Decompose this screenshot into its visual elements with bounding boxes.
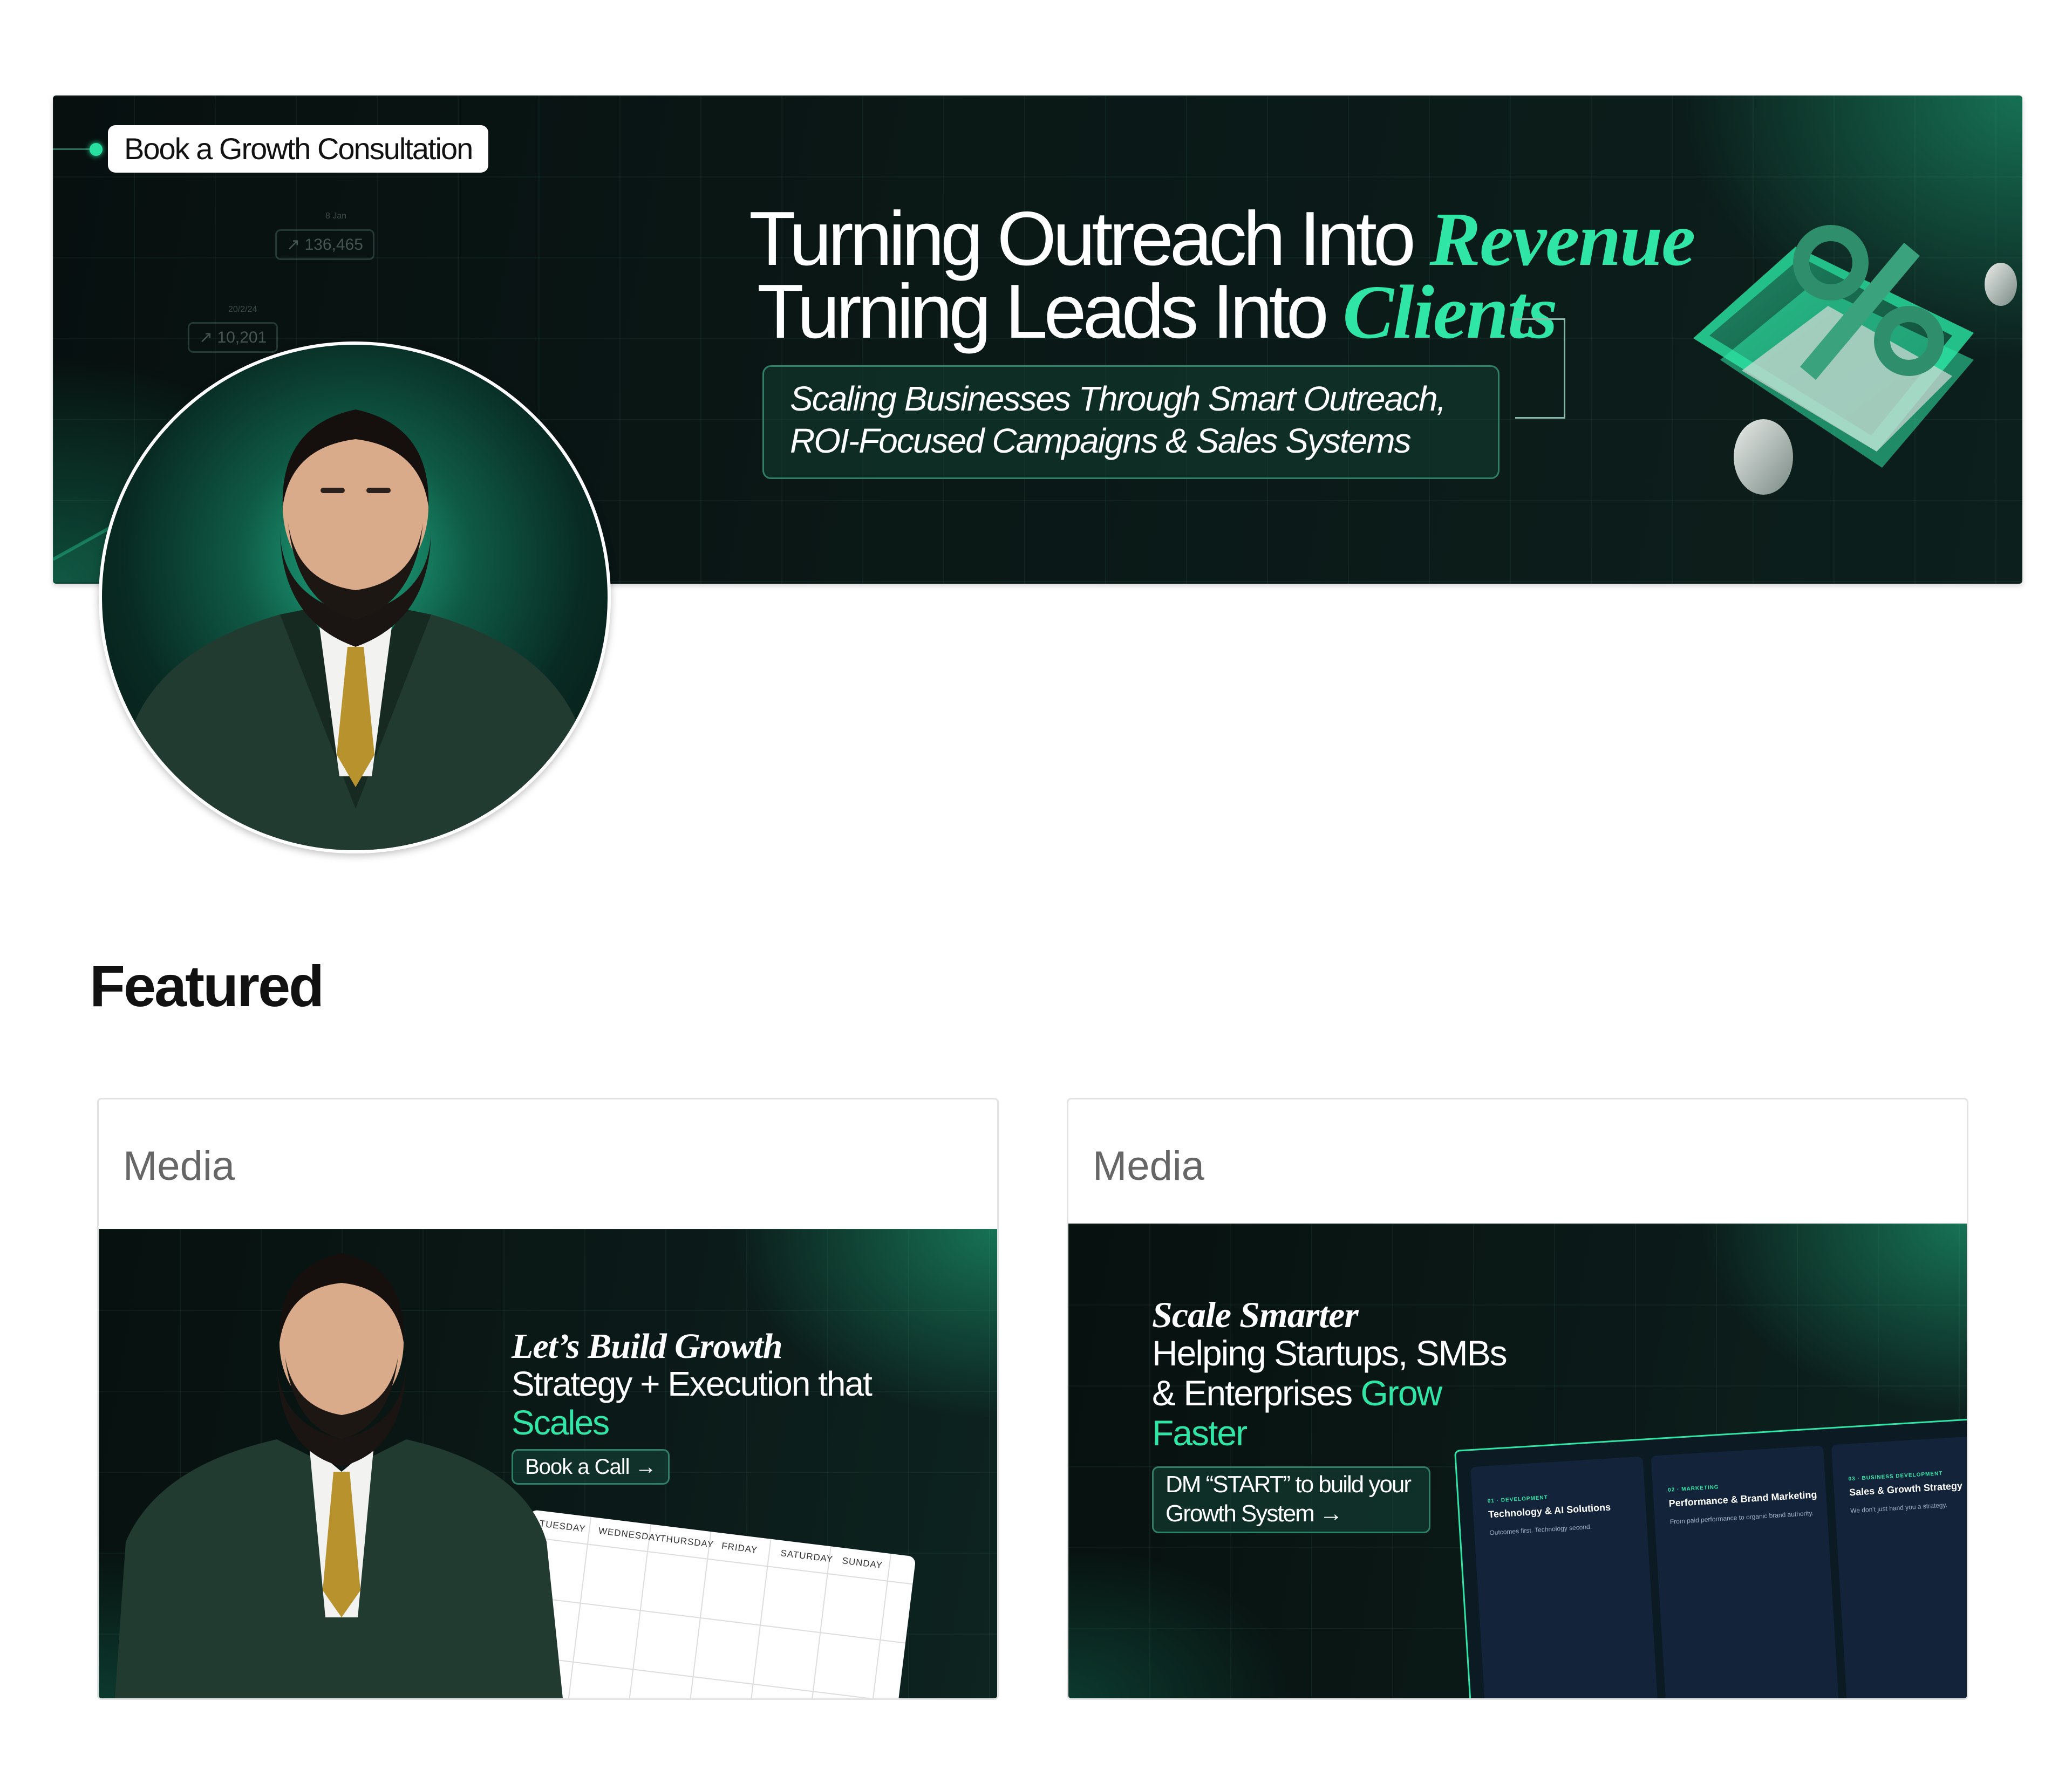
book-call-label: Book a Call [525,1455,630,1479]
consult-connector [53,148,93,150]
media-accent: Grow [1360,1373,1443,1413]
dm-label-2-text: Growth System [1166,1500,1315,1527]
person-photo [124,409,588,850]
media-line-2: Helping Startups, SMBs [1152,1333,1508,1373]
bracket-decoration [1515,318,1565,419]
service-column: 01 · DEVELOPMENT Technology & AI Solutio… [1470,1456,1660,1698]
service-column: 02 · MARKETING Performance & Brand Marke… [1651,1445,1841,1698]
media-accent-2: Faster [1152,1413,1248,1453]
consult-dot-icon [90,143,103,156]
media-label: Media [123,1143,235,1189]
service-column: 03 · BUSINESS DEVELOPMENT Sales & Growth… [1831,1434,1967,1698]
media-title: Scale Smarter [1152,1294,1359,1335]
headline-line-1: Turning Outreach Into Revenue [749,201,1695,278]
service-title: Technology & AI Solutions [1488,1501,1611,1520]
service-tag: 01 · DEVELOPMENT [1487,1494,1549,1505]
media-line-3: & Enterprises Grow [1152,1372,1443,1413]
service-tag: 03 · BUSINESS DEVELOPMENT [1848,1470,1943,1483]
media-thumbnail-2[interactable]: Scale Smarter Helping Startups, SMBs & E… [1068,1224,1967,1698]
media-label: Media [1093,1143,1204,1189]
dm-label-1: DM “START” to build your [1166,1471,1412,1498]
headline-line-2: Turning Leads Into Clients [757,274,1558,351]
consultation-badge[interactable]: Book a Growth Consultation [108,125,489,173]
dm-label-2: Growth System → [1166,1500,1343,1527]
service-title: Sales & Growth Strategy [1849,1480,1963,1498]
subtitle-line-2: ROI-Focused Campaigns & Sales Systems [790,421,1412,460]
media-accent: Scales [512,1403,610,1442]
service-tag: 02 · MARKETING [1667,1484,1720,1493]
service-body: We don't just hand you a strategy. [1850,1501,1948,1515]
book-call-button[interactable]: Book a Call → [512,1449,670,1485]
stat-caption: 8 Jan [325,211,347,221]
service-body: From paid performance to organic brand a… [1669,1509,1814,1526]
arrow-right-icon: → [1319,1500,1343,1527]
subtitle-line-1: Scaling Businesses Through Smart Outreac… [790,379,1446,418]
percent-money-icon [1693,225,2017,495]
person-photo [115,1253,563,1698]
stat-box: ↗ 136,465 [275,229,374,260]
service-body: Outcomes first. Technology second. [1489,1522,1592,1537]
media-line-3-text: & Enterprises [1152,1373,1353,1413]
subtitle-box: Scaling Businesses Through Smart Outreac… [762,365,1500,479]
media-thumbnail-1[interactable]: TUESDAY WEDNESDAY THURSDAY FRIDAY SATURD… [99,1229,997,1698]
featured-media-card-1[interactable]: Media TUESDAY WEDNESDAY THURSDAY FRIDAY … [97,1098,999,1700]
media-title: Let’s Build Growth [512,1327,783,1366]
dm-start-button[interactable]: DM “START” to build your Growth System → [1152,1466,1430,1533]
services-panel: 01 · DEVELOPMENT Technology & AI Solutio… [1454,1417,1967,1698]
media-line-2: Strategy + Execution that [512,1364,873,1403]
featured-heading: Featured [90,953,324,1019]
service-title: Performance & Brand Marketing [1668,1489,1817,1509]
featured-media-card-2[interactable]: Media Scale Smarter Helping Startups, SM… [1067,1098,1968,1700]
profile-avatar[interactable] [99,341,611,853]
stat-value: 136,465 [304,236,363,254]
arrow-right-icon: → [635,1455,657,1479]
headline-text-2: Turning Leads Into [757,269,1329,354]
